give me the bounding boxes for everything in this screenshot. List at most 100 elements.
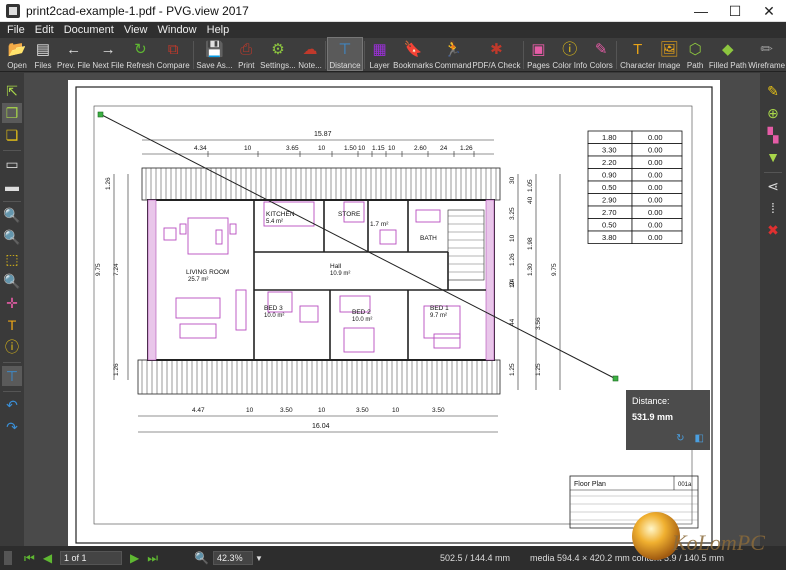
export-icon[interactable]: ⇱ — [2, 81, 22, 101]
menu-file[interactable]: File — [2, 24, 30, 36]
page-number-field[interactable]: 1 of 1 — [60, 551, 123, 565]
toolbar-wireframe-button[interactable]: ✏ Wireframe — [747, 38, 785, 71]
command-runner-icon: 🏃 — [443, 40, 463, 58]
toolbar-note-button[interactable]: ☁ Note... — [297, 38, 324, 71]
zoom-out-icon[interactable]: 🔍 — [2, 227, 22, 247]
dimension-top: 1.26 — [460, 145, 473, 152]
dimension-bottom: 4.47 — [192, 407, 205, 414]
furniture — [235, 289, 247, 331]
staircase — [447, 209, 485, 281]
close-x-icon[interactable]: ✖ — [763, 220, 783, 240]
info-icon[interactable]: ⓘ — [2, 337, 22, 357]
grid-dots-icon[interactable]: ⁞ — [763, 198, 783, 218]
menu-window[interactable]: Window — [153, 24, 202, 36]
watermark-text: KoLomPC — [671, 530, 765, 555]
toolbar-files-button[interactable]: ▤ Files — [30, 38, 56, 71]
dimension-right: 1.25 — [535, 363, 542, 376]
zoom-in-icon[interactable]: 🔍 — [2, 205, 22, 225]
dimension-right: 1.26 — [509, 253, 516, 266]
toolbar-pdf-a-check-button[interactable]: ✱ PDF/A Check — [472, 38, 520, 71]
toolbar-next-file-button[interactable]: → Next File — [91, 38, 125, 71]
toolbar-label: Filled Path — [708, 61, 747, 70]
snap-measure-icon[interactable]: ◧ — [695, 433, 704, 444]
zoom-window-icon[interactable]: ⬚ — [2, 249, 22, 269]
next-page-icon[interactable]: ▶ — [130, 551, 139, 565]
toolbar-distance-button[interactable]: ⊤ Distance — [327, 37, 363, 71]
kolompc-watermark: KoLomPC — [628, 508, 768, 566]
redo-icon[interactable]: ↷ — [2, 417, 22, 437]
dimension-right: 1.05 — [527, 179, 534, 192]
zoom-icon[interactable]: 🔍 — [2, 271, 22, 291]
table-value: 2.20 — [602, 158, 617, 167]
toolbar-compare-button[interactable]: ⧉ Compare — [156, 38, 191, 71]
main-toolbar: 📂 Open ▤ Files ← Prev. File → Next File ↻ Refresh… — [0, 37, 786, 72]
zoom-dropdown-icon[interactable]: ▼ — [255, 554, 263, 563]
panel-toggle-icon[interactable] — [4, 551, 12, 565]
toolbar-character-button[interactable]: T Character — [619, 38, 656, 71]
dimension-top: 3.65 — [286, 145, 299, 152]
dimension-right: 1.98 — [527, 237, 534, 250]
undo-icon[interactable]: ↶ — [2, 395, 22, 415]
snap-point-icon[interactable]: ⊕ — [763, 103, 783, 123]
toolbar-pages-button[interactable]: ▣ Pages — [525, 38, 551, 71]
table-value: 0.50 — [602, 221, 617, 230]
last-page-icon[interactable]: ⏭ — [147, 551, 158, 566]
close-button[interactable]: ✕ — [752, 0, 786, 22]
toolbar-label: Refresh — [126, 61, 155, 70]
menu-view[interactable]: View — [119, 24, 153, 36]
media-size: media 594.4 × 420.2 mm — [530, 553, 630, 563]
toolbar-path-button[interactable]: ⬡ Path — [682, 38, 708, 71]
refresh-measure-icon[interactable]: ↻ — [676, 433, 684, 444]
toolbar-label: Bookmarks — [393, 61, 434, 70]
zoom-field[interactable]: 42.3% — [213, 551, 254, 565]
toolbar-bookmarks-button[interactable]: 🔖 Bookmarks — [393, 38, 434, 71]
pencil-icon[interactable]: ✎ — [763, 81, 783, 101]
dimension-top: 24 — [440, 145, 448, 152]
toolbar-color-info-button[interactable]: ⓘ Color Info — [551, 38, 588, 71]
menu-document[interactable]: Document — [59, 24, 119, 36]
menu-help[interactable]: Help — [202, 24, 235, 36]
menu-edit[interactable]: Edit — [30, 24, 59, 36]
minimize-button[interactable]: — — [684, 0, 718, 22]
note-cloud-icon: ☁ — [302, 40, 318, 58]
fit-page-icon[interactable]: ▭ — [2, 154, 22, 174]
furniture — [299, 305, 319, 323]
furniture — [379, 229, 397, 245]
furniture — [415, 209, 441, 223]
toolbar-settings-button[interactable]: ⚙ Settings... — [259, 38, 296, 71]
fit-width-icon[interactable]: ▬ — [2, 176, 22, 196]
distance-icon[interactable]: ⊤ — [2, 366, 22, 386]
table-value: 2.70 — [602, 208, 617, 217]
zoom-icon[interactable]: 🔍 — [194, 551, 209, 565]
document-canvas[interactable]: KITCHEN 5.4 m² STORE 1.7 m² BATH LIVING ROOM 2… — [24, 73, 760, 546]
first-page-icon[interactable]: ⏮ — [24, 551, 35, 566]
toolbar-print-button[interactable]: ⎙ Print — [233, 38, 259, 71]
triangle-down-icon[interactable]: ▼ — [763, 147, 783, 167]
pan-icon[interactable]: ✛ — [2, 293, 22, 313]
toolbar-filled-path-button[interactable]: ◆ Filled Path — [708, 38, 747, 71]
room-name: BED 1 — [430, 305, 449, 312]
dimension-top: 10 — [244, 145, 252, 152]
room-name: LIVING ROOM — [186, 269, 229, 276]
toolbar-colors-button[interactable]: ✎ Colors — [588, 38, 614, 71]
pages-icon[interactable]: ❏ — [2, 125, 22, 145]
share-icon[interactable]: ⋖ — [763, 176, 783, 196]
toolbar-open-button[interactable]: 📂 Open — [4, 38, 30, 71]
measure-end-handle — [612, 375, 619, 382]
dimension-top: 10 — [388, 145, 396, 152]
toolbar-save-as-button[interactable]: 💾 Save As... — [196, 38, 234, 71]
toolbar-layer-button[interactable]: ▦ Layer — [367, 38, 393, 71]
toolbar-label: Compare — [156, 61, 190, 70]
dimension-right: 40 — [527, 196, 534, 204]
page-copy-icon[interactable]: ❐ — [2, 103, 22, 123]
toolbar-image-button[interactable]: 🖼 Image — [656, 38, 682, 71]
dimension-bottom: 3.50 — [280, 407, 293, 414]
toolbar-command-button[interactable]: 🏃 Command — [434, 38, 473, 71]
text-select-icon[interactable]: T — [2, 315, 22, 335]
toolbar-prev-file-button[interactable]: ← Prev. File — [56, 38, 91, 71]
maximize-button[interactable]: ☐ — [718, 0, 752, 22]
prev-page-icon[interactable]: ◀ — [43, 551, 52, 565]
dimension-bottom: 10 — [246, 407, 254, 414]
checker-icon[interactable]: ▚ — [763, 125, 783, 145]
toolbar-refresh-button[interactable]: ↻ Refresh — [125, 38, 156, 71]
